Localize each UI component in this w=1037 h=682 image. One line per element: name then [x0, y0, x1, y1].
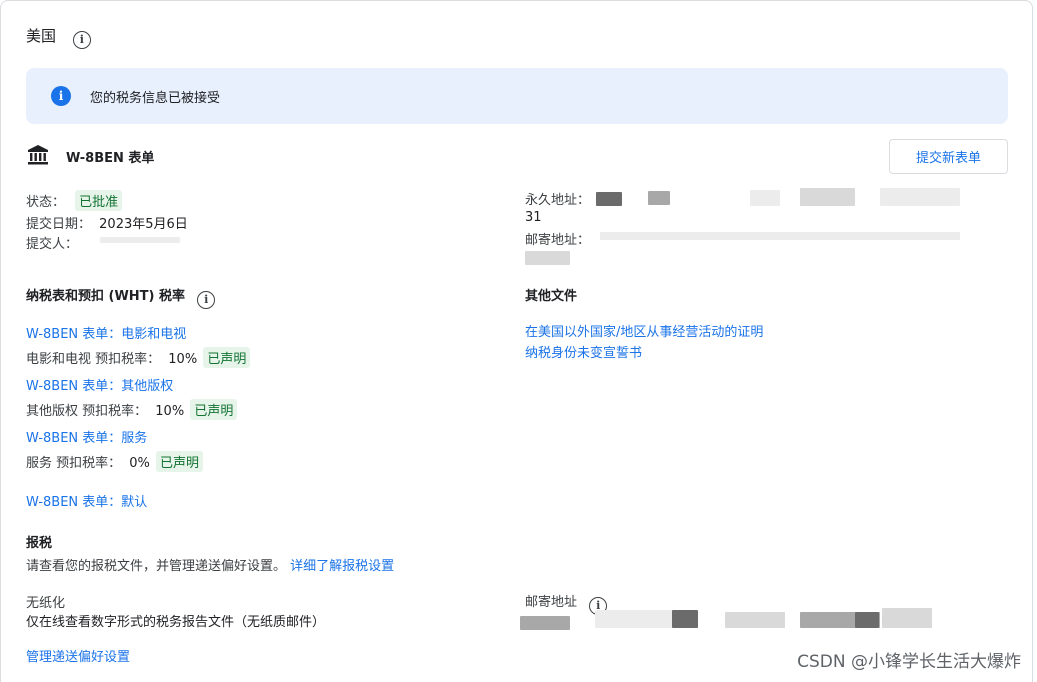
wht-title: 纳税表和预扣 (WHT) 税率 — [26, 289, 186, 304]
csdn-credit: CSDN @小锋学长生活大爆炸 — [797, 652, 1021, 672]
date-label: 提交日期： — [26, 217, 92, 232]
redacted-block — [672, 610, 698, 628]
manage-delivery-link[interactable]: 管理递送偏好设置 — [26, 646, 130, 665]
permanent-address-row: 永久地址： — [525, 189, 590, 208]
redacted-block — [855, 612, 879, 628]
mailing-address-row: 邮寄地址： — [525, 229, 590, 248]
reporting-mailing-address-label: 邮寄地址 — [525, 595, 578, 610]
accepted-banner: i 您的税务信息已被接受 — [26, 68, 1008, 124]
submitter-label: 提交人： — [26, 237, 79, 252]
country-title: 美国 — [26, 27, 57, 45]
permanent-address-label: 永久地址： — [525, 193, 591, 208]
declared-badge: 已声明 — [190, 399, 238, 420]
redacted-block — [880, 188, 960, 206]
rate-value: 10% — [155, 404, 185, 419]
submit-new-form-button[interactable]: 提交新表单 — [889, 139, 1008, 174]
wht-rate-film-tv: 电影和电视 预扣税率： 10% 已声明 — [26, 347, 251, 368]
banner-text: 您的税务信息已被接受 — [90, 91, 221, 106]
tax-reporting-title: 报税 — [26, 536, 53, 551]
redacted-block — [800, 188, 855, 206]
redacted-block — [525, 251, 570, 265]
status-row: 状态： 已批准 — [26, 190, 123, 211]
declared-badge: 已声明 — [156, 451, 204, 472]
rate-label: 服务 预扣税率： — [26, 456, 122, 471]
wht-link-film-tv[interactable]: W-8BEN 表单：电影和电视 — [26, 323, 186, 342]
redacted-submitter — [100, 237, 180, 243]
submitter-row: 提交人： — [26, 233, 78, 252]
info-icon[interactable]: i — [197, 290, 216, 309]
redacted-block — [596, 192, 622, 206]
bank-icon — [28, 145, 48, 165]
wht-link-other-copyright[interactable]: W-8BEN 表单：其他版权 — [26, 375, 173, 394]
other-file-link-affidavit[interactable]: 纳税身份未变宣誓书 — [525, 342, 642, 361]
redacted-block — [600, 232, 960, 240]
tax-reporting-description: 请查看您的报税文件，并管理递送偏好设置。 — [26, 559, 287, 574]
other-files-title: 其他文件 — [525, 289, 578, 304]
rate-label: 其他版权 预扣税率： — [26, 404, 148, 419]
country-header: 美国 i — [26, 25, 91, 49]
redacted-block — [725, 612, 785, 628]
declared-badge: 已声明 — [203, 347, 251, 368]
wht-rate-services: 服务 预扣税率： 0% 已声明 — [26, 451, 204, 472]
redacted-block — [882, 608, 932, 628]
rate-value: 10% — [168, 352, 198, 367]
mailing-address-label: 邮寄地址： — [525, 233, 591, 248]
form-title: W-8BEN 表单 — [66, 151, 155, 166]
wht-link-default[interactable]: W-8BEN 表单：默认 — [26, 491, 147, 510]
learn-more-link[interactable]: 详细了解报税设置 — [290, 559, 394, 574]
redacted-block — [648, 191, 670, 205]
date-value: 2023年5月6日 — [99, 217, 188, 232]
permanent-address-partial: 31 — [525, 210, 542, 225]
wht-link-services[interactable]: W-8BEN 表单：服务 — [26, 427, 147, 446]
rate-label: 电影和电视 预扣税率： — [26, 352, 161, 367]
tax-reporting-description-row: 请查看您的报税文件，并管理递送偏好设置。 详细了解报税设置 — [26, 555, 394, 574]
rate-value: 0% — [129, 456, 150, 471]
other-file-link-business-proof[interactable]: 在美国以外国家/地区从事经营活动的证明 — [525, 321, 763, 340]
info-filled-icon: i — [51, 86, 71, 106]
status-label: 状态： — [26, 195, 66, 210]
date-row: 提交日期： 2023年5月6日 — [26, 213, 188, 232]
wht-rate-other-copyright: 其他版权 预扣税率： 10% 已声明 — [26, 399, 238, 420]
status-badge: 已批准 — [75, 190, 123, 211]
redacted-block — [750, 190, 780, 206]
redacted-block — [520, 616, 570, 630]
wht-header: 纳税表和预扣 (WHT) 税率 i — [26, 285, 216, 309]
paperless-value: 仅在线查看数字形式的税务报告文件（无纸质邮件） — [26, 615, 326, 630]
info-icon[interactable]: i — [72, 30, 91, 49]
paperless-label: 无纸化 — [26, 596, 66, 611]
